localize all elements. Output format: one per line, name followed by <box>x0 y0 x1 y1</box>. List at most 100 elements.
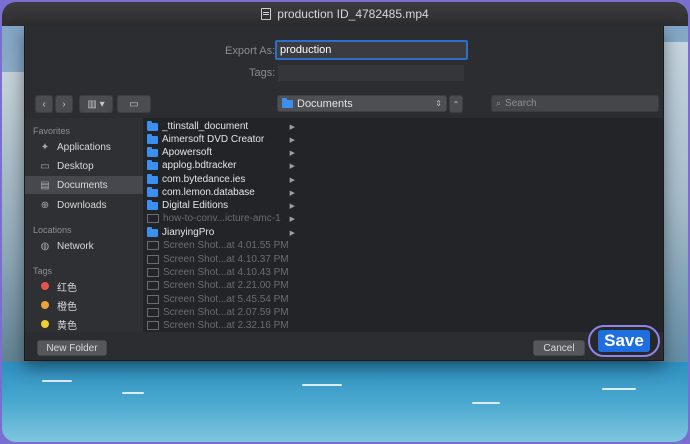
chevron-right-icon: ▶ <box>289 123 295 131</box>
save-button-highlight[interactable]: Save <box>588 325 660 357</box>
sidebar-item-desktop[interactable]: ▭ Desktop <box>25 157 143 175</box>
sidebar-item-label: 橙色 <box>57 301 77 313</box>
locations-header: Locations <box>33 225 72 235</box>
list-item: Screen Shot...at 2.32.16 PM <box>147 319 295 332</box>
sidebar-item-label: Documents <box>57 179 108 191</box>
list-item[interactable]: com.lemon.database ▶ <box>147 186 295 199</box>
image-file-icon <box>147 295 159 304</box>
sidebar-item-label: Network <box>57 240 94 252</box>
list-item: Screen Shot...at 2.07.59 PM <box>147 306 295 319</box>
list-item: Screen Shot...at 4.01.55 PM <box>147 239 295 252</box>
list-item[interactable]: applog.bdtracker ▶ <box>147 159 295 172</box>
folder-icon <box>147 199 158 210</box>
orange-tag-icon <box>41 301 49 309</box>
chevron-right-icon: ▶ <box>289 229 295 237</box>
list-item: Screen Shot...at 5.45.54 PM <box>147 293 295 306</box>
list-item[interactable]: Digital Editions ▶ <box>147 199 295 212</box>
file-icon <box>147 214 159 223</box>
export-as-label: Export As: <box>225 45 276 57</box>
tags-input[interactable] <box>277 64 465 82</box>
image-file-icon <box>147 241 159 250</box>
sidebar-item-applications[interactable]: ✦ Applications <box>25 138 143 156</box>
folder-icon: ▭ <box>129 98 139 110</box>
folder-icon <box>147 146 158 157</box>
downloads-icon: ⊕ <box>40 199 50 211</box>
list-item[interactable]: Aimersoft DVD Creator ▶ <box>147 133 295 146</box>
file-list: _ttinstall_document ▶ Aimersoft DVD Creat… <box>143 118 298 332</box>
export-as-input[interactable]: production <box>275 40 468 60</box>
new-folder-toolbar-button[interactable]: ▭ <box>117 95 151 113</box>
list-item: Screen Shot...at 4.10.37 PM <box>147 253 295 266</box>
list-item[interactable]: JianyingPro ▶ <box>147 226 295 239</box>
chevron-right-icon: ▶ <box>289 189 295 197</box>
sidebar-item-documents[interactable]: ▤ Documents <box>25 176 143 194</box>
tags-label: Tags: <box>249 67 276 79</box>
expand-button[interactable]: ⌃ <box>449 95 463 113</box>
network-icon: ◍ <box>40 240 50 252</box>
search-icon: ⌕ <box>496 98 502 108</box>
folder-icon <box>147 159 158 170</box>
updown-chevron-icon: ⇕ <box>435 99 442 108</box>
save-dialog: Export As: production Tags: ‹ › ▥ ▾ ▭ Do… <box>24 26 664 361</box>
sidebar-item-label: Downloads <box>57 199 107 211</box>
sidebar-item-label: Applications <box>57 141 111 153</box>
list-item: Screen Shot...at 4.10.43 PM <box>147 266 295 279</box>
sidebar-item-downloads[interactable]: ⊕ Downloads <box>25 196 143 214</box>
document-icon <box>261 8 272 20</box>
image-file-icon <box>147 255 159 264</box>
back-button[interactable]: ‹ <box>35 95 53 113</box>
applications-icon: ✦ <box>40 141 50 153</box>
list-item[interactable]: com.bytedance.ies ▶ <box>147 173 295 186</box>
tags-header: Tags <box>33 266 53 276</box>
favorites-header: Favorites <box>33 126 71 136</box>
list-item[interactable]: Apowersoft ▶ <box>147 146 295 159</box>
sidebar-tag-orange[interactable]: 橙色 <box>25 296 143 314</box>
chevron-left-icon: ‹ <box>42 98 46 110</box>
chevron-right-icon: ▶ <box>289 149 295 157</box>
background-sea <box>2 362 688 442</box>
folder-icon <box>147 133 158 144</box>
search-placeholder: Search <box>505 98 537 109</box>
chevron-up-icon: ⌃ <box>452 99 460 109</box>
folder-icon <box>147 120 158 131</box>
chevron-right-icon: ▶ <box>289 215 295 223</box>
sidebar-item-label: Desktop <box>57 160 94 172</box>
forward-button[interactable]: › <box>55 95 73 113</box>
list-item[interactable]: _ttinstall_document ▶ <box>147 120 295 133</box>
chevron-right-icon: ▶ <box>289 136 295 144</box>
chevron-right-icon: › <box>62 98 66 110</box>
folder-icon <box>147 226 158 237</box>
image-file-icon <box>147 281 159 290</box>
image-file-icon <box>147 321 159 330</box>
window-titlebar: production ID_4782485.mp4 <box>2 2 688 26</box>
location-select[interactable]: Documents ⇕ <box>277 95 447 112</box>
list-item: Screen Shot...at 2.21.00 PM <box>147 279 295 292</box>
image-file-icon <box>147 308 159 317</box>
preview-column <box>297 118 663 332</box>
sidebar-tag-yellow[interactable]: 黄色 <box>25 315 143 333</box>
documents-icon: ▤ <box>40 179 50 191</box>
chevron-right-icon: ▶ <box>289 202 295 210</box>
location-label: Documents <box>297 97 353 110</box>
image-file-icon <box>147 268 159 277</box>
screen: production ID_4782485.mp4 Export As: pro… <box>2 2 688 442</box>
column-view-icon: ▥ ▾ <box>87 98 105 110</box>
save-button[interactable]: Save <box>598 330 650 352</box>
folder-icon <box>147 186 158 197</box>
yellow-tag-icon <box>41 320 49 328</box>
sidebar-tag-red[interactable]: 红色 <box>25 277 143 295</box>
cancel-button[interactable]: Cancel <box>533 340 585 356</box>
search-field[interactable]: ⌕ Search <box>491 95 659 112</box>
sidebar-item-label: 红色 <box>57 282 77 294</box>
sidebar: Favorites ✦ Applications ▭ Desktop ▤ Doc… <box>25 118 143 332</box>
new-folder-button[interactable]: New Folder <box>37 340 107 356</box>
sidebar-item-network[interactable]: ◍ Network <box>25 237 143 255</box>
list-item: how-to-conv...icture-amc-1 ▶ <box>147 212 295 225</box>
desktop-icon: ▭ <box>40 160 50 172</box>
window-title: production ID_4782485.mp4 <box>277 7 429 21</box>
folder-icon <box>147 173 158 184</box>
chevron-right-icon: ▶ <box>289 162 295 170</box>
folder-icon <box>282 97 293 108</box>
red-tag-icon <box>41 282 49 290</box>
view-options-button[interactable]: ▥ ▾ <box>79 95 113 113</box>
